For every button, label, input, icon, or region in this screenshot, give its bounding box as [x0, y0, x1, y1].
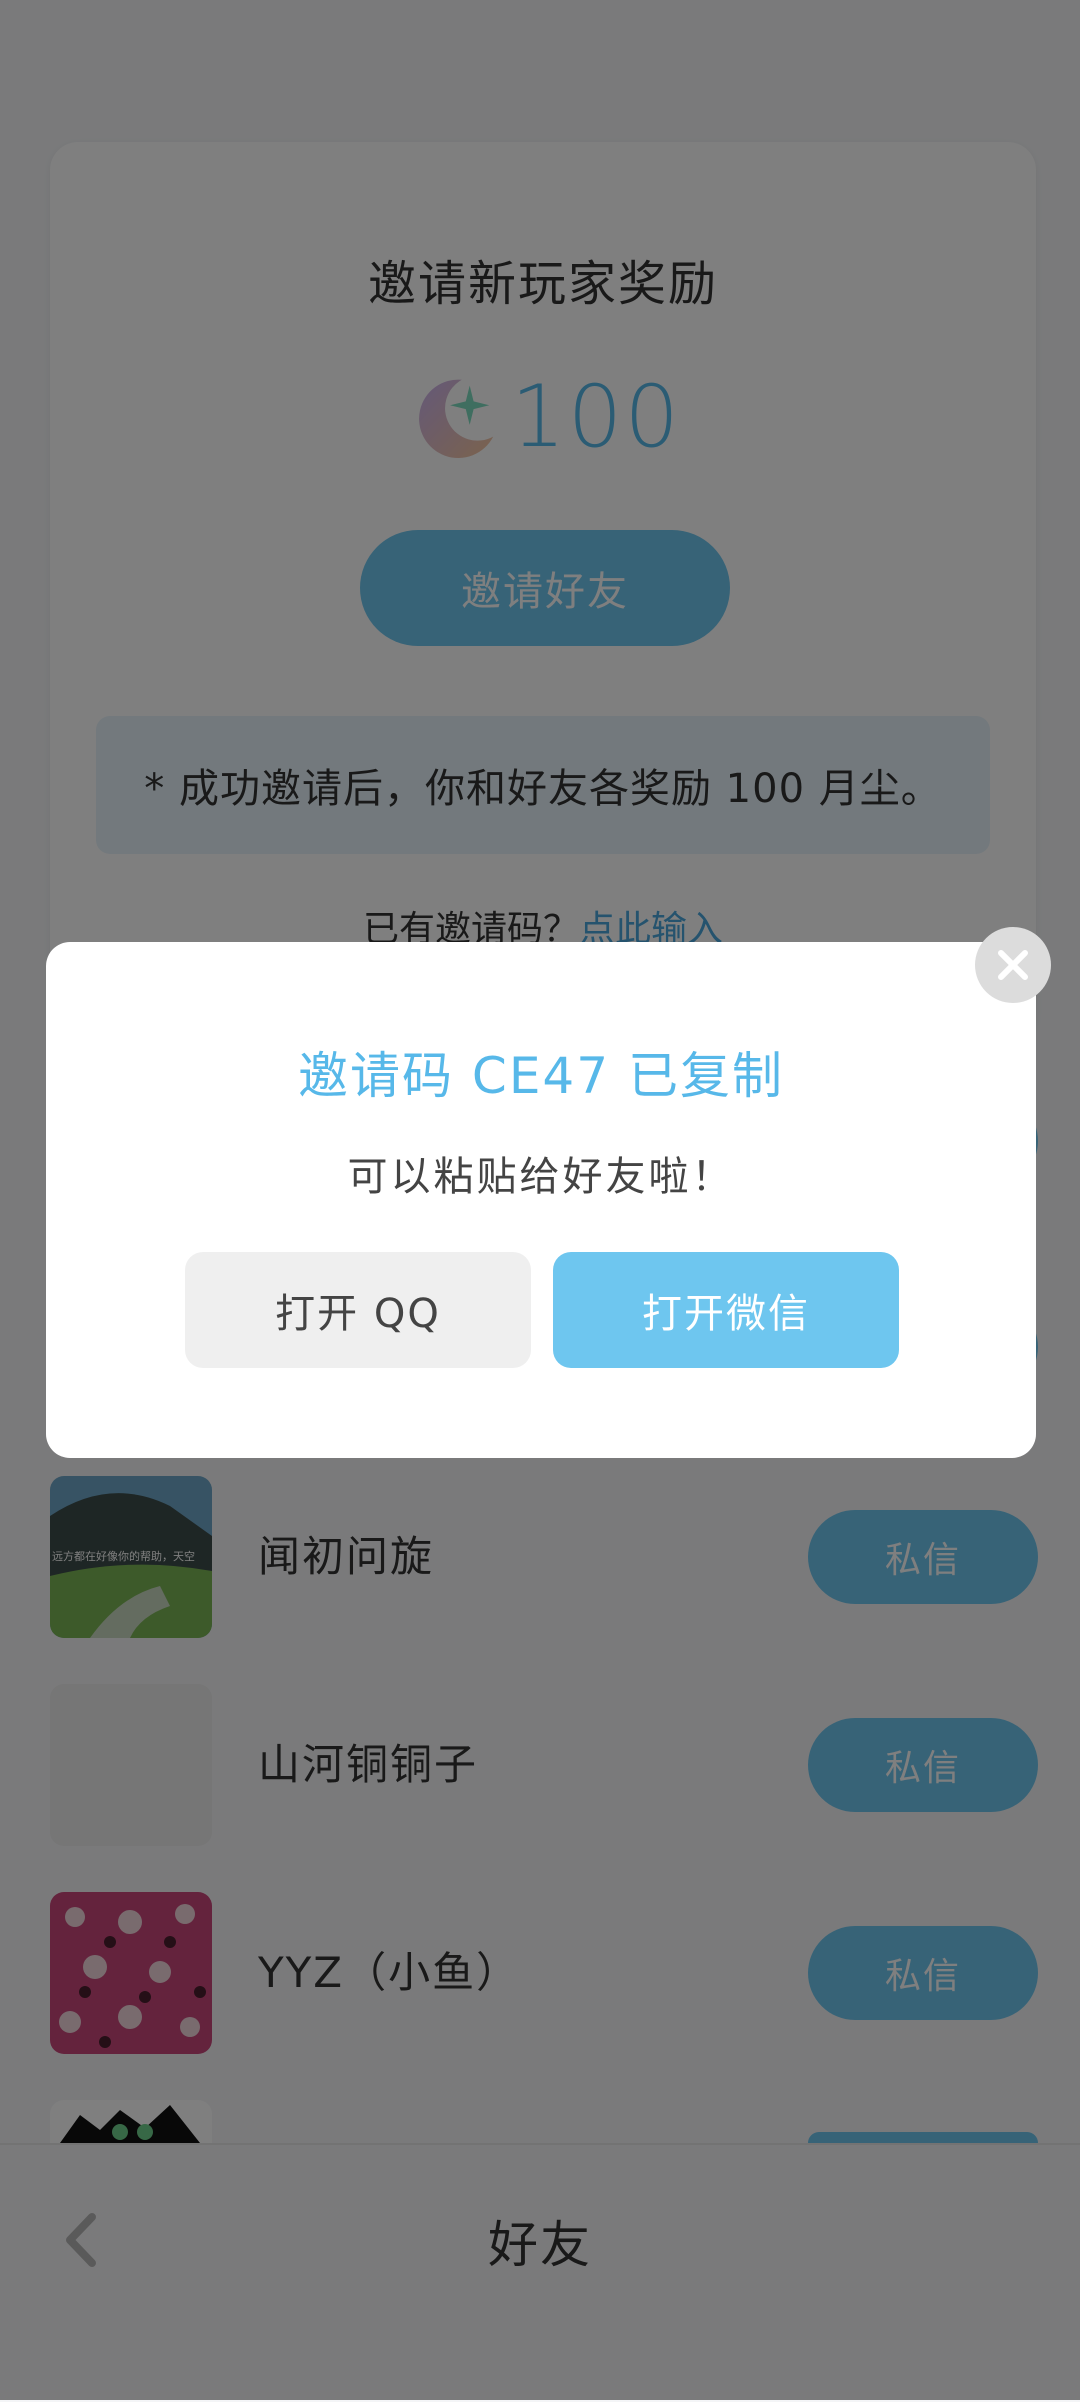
invite-code-dialog: 邀请码 CE47 已复制 可以粘贴给好友啦！ 打开 QQ 打开微信 [46, 942, 1036, 1458]
open-wechat-button[interactable]: 打开微信 [553, 1252, 899, 1368]
dialog-subtitle: 可以粘贴给好友啦！ [347, 1154, 735, 1200]
close-icon [998, 950, 1028, 980]
open-qq-button[interactable]: 打开 QQ [185, 1252, 531, 1368]
dialog-title: 邀请码 CE47 已复制 [298, 1047, 784, 1105]
close-dialog-button[interactable] [975, 927, 1051, 1003]
